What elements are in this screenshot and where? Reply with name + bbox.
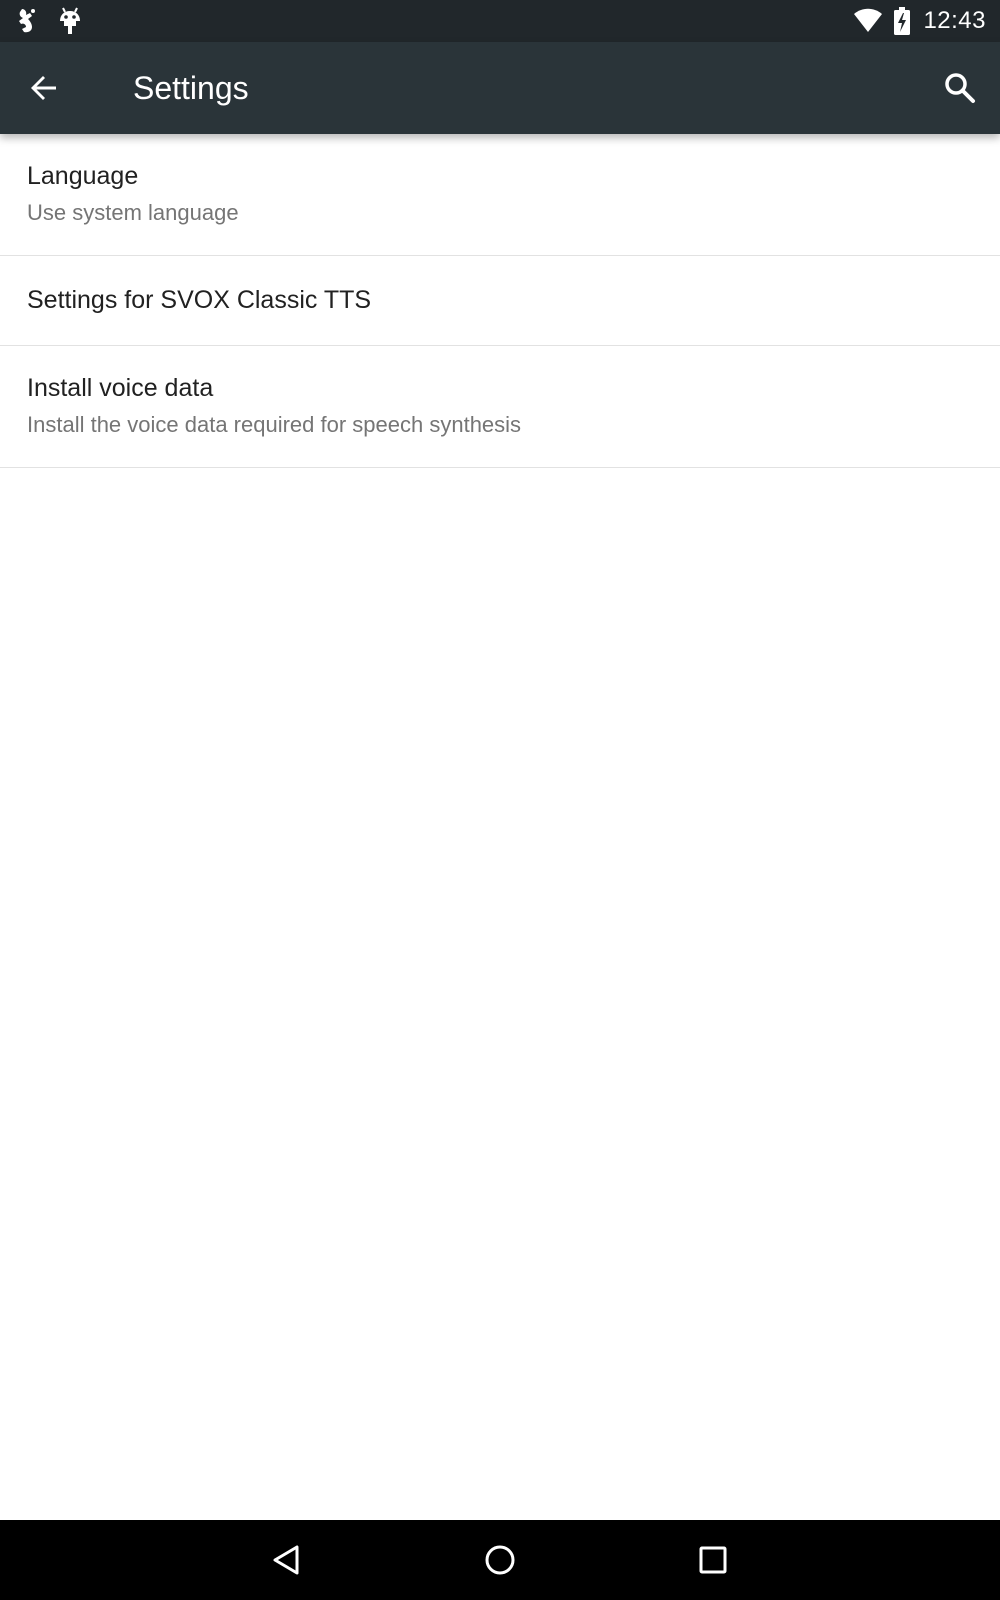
preference-item-install-voice-data[interactable]: Install voice data Install the voice dat… <box>0 346 1000 468</box>
back-button[interactable] <box>18 62 70 114</box>
preference-title: Install voice data <box>27 374 214 402</box>
back-nav-icon <box>270 1543 304 1577</box>
arrow-back-icon <box>28 72 60 104</box>
nav-recents-button[interactable] <box>683 1530 743 1590</box>
nav-home-button[interactable] <box>470 1530 530 1590</box>
wifi-icon <box>853 8 883 34</box>
status-right-group: 12:43 <box>853 0 986 42</box>
status-bar: 12:43 <box>0 0 1000 42</box>
page-title: Settings <box>133 70 249 106</box>
notification-icon <box>12 5 44 37</box>
preference-item-svox-settings[interactable]: Settings for SVOX Classic TTS <box>0 256 1000 346</box>
preference-title: Settings for SVOX Classic TTS <box>27 286 372 314</box>
preference-summary: Use system language <box>27 200 239 225</box>
settings-screen: 12:43 Settings Language Use system langu… <box>0 0 1000 1600</box>
navigation-bar <box>0 1520 1000 1600</box>
android-icon <box>54 5 86 37</box>
search-icon <box>943 71 977 105</box>
preference-list: Language Use system language Settings fo… <box>0 134 1000 468</box>
recents-nav-icon <box>696 1543 730 1577</box>
preference-summary: Install the voice data required for spee… <box>27 412 522 437</box>
status-time: 12:43 <box>923 7 986 34</box>
battery-charging-icon <box>893 7 911 35</box>
toolbar: Settings <box>0 42 1000 134</box>
search-button[interactable] <box>934 62 986 114</box>
home-nav-icon <box>483 1543 517 1577</box>
nav-back-button[interactable] <box>257 1530 317 1590</box>
preference-title: Language <box>27 162 139 190</box>
preference-item-language[interactable]: Language Use system language <box>0 134 1000 256</box>
